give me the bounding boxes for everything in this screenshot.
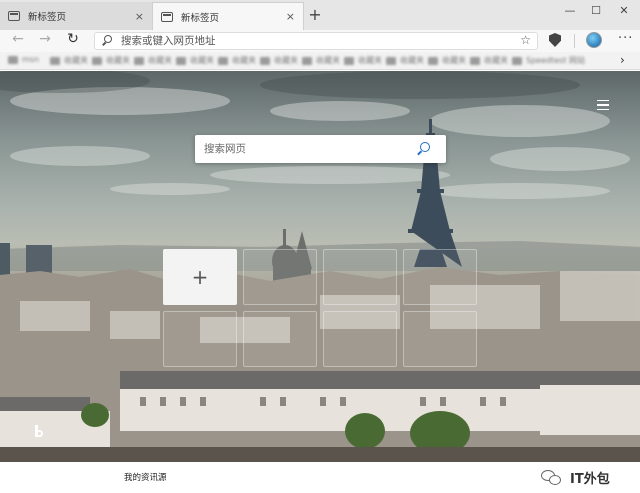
favorite-item[interactable]: 收藏夹 [344, 55, 382, 66]
folder-icon [8, 55, 18, 64]
tab-label: 新标签页 [181, 12, 220, 24]
tab-new-tab-2[interactable]: 新标签页 × [152, 2, 304, 30]
empty-site-tile [243, 249, 317, 305]
watermark-text: IT外包 [570, 472, 610, 487]
new-tab-button[interactable]: + [306, 5, 324, 24]
folder-icon [50, 56, 60, 65]
favorite-item[interactable]: 收藏夹 [176, 55, 214, 66]
empty-site-tile [163, 311, 237, 367]
empty-site-tile [243, 311, 317, 367]
address-input[interactable] [121, 35, 511, 47]
folder-icon [134, 56, 144, 65]
favorite-item[interactable]: 收藏夹 [260, 55, 298, 66]
search-icon [101, 35, 113, 47]
tab-page-icon [8, 11, 20, 21]
favorites-overflow-button[interactable]: › [620, 53, 625, 67]
favorite-item[interactable]: 收藏夹 [218, 55, 256, 66]
tab-new-tab-1[interactable]: 新标签页 × [0, 2, 152, 30]
new-tab-page: + [0, 71, 640, 462]
back-button[interactable]: ← [9, 31, 27, 47]
menu-icon[interactable] [597, 100, 609, 110]
tab-close-icon[interactable]: × [135, 10, 144, 23]
web-search-input[interactable] [204, 143, 404, 155]
add-site-tile[interactable]: + [163, 249, 237, 305]
search-icon[interactable] [417, 142, 431, 156]
tab-strip: 新标签页 × 新标签页 × + — ☐ ✕ [0, 0, 640, 30]
plus-icon: + [191, 265, 209, 289]
favorites-bar: msn 收藏夹 收藏夹 收藏夹 收藏夹 收藏夹 收藏夹 收藏夹 收藏夹 收藏夹 … [0, 52, 640, 70]
more-button[interactable]: ··· [618, 31, 633, 46]
minimize-button[interactable]: — [560, 4, 580, 17]
my-feed-link[interactable]: 我的资讯源 [124, 471, 167, 483]
favorite-item[interactable]: 收藏夹 [302, 55, 340, 66]
web-search-box[interactable] [195, 135, 446, 163]
shield-icon[interactable] [549, 33, 561, 47]
folder-icon [92, 56, 102, 65]
folder-icon [470, 56, 480, 65]
folder-icon [302, 56, 312, 65]
favorite-item[interactable]: msn [8, 55, 39, 64]
favorite-item[interactable]: 收藏夹 [428, 55, 466, 66]
page-icon [512, 56, 522, 65]
feed-bar: 我的资讯源 IT外包 [0, 462, 640, 493]
folder-icon [428, 56, 438, 65]
folder-icon [386, 56, 396, 65]
favorite-item[interactable]: 收藏夹 [470, 55, 508, 66]
folder-icon [176, 56, 186, 65]
empty-site-tile [403, 311, 477, 367]
maximize-button[interactable]: ☐ [586, 4, 606, 17]
navigation-toolbar: ← → ↻ ☆ ··· [0, 30, 640, 52]
folder-icon [260, 56, 270, 65]
favorite-item[interactable]: 收藏夹 [92, 55, 130, 66]
empty-site-tile [323, 249, 397, 305]
favorite-item[interactable]: 收藏夹 [50, 55, 88, 66]
folder-icon [344, 56, 354, 65]
close-window-button[interactable]: ✕ [614, 4, 634, 17]
paris-skyline [0, 119, 640, 462]
folder-icon [218, 56, 228, 65]
bing-logo[interactable] [34, 425, 44, 439]
refresh-button[interactable]: ↻ [64, 31, 82, 47]
address-bar[interactable]: ☆ [94, 32, 538, 50]
toolbar-divider [574, 34, 575, 48]
favorite-item[interactable]: 收藏夹 [386, 55, 424, 66]
tab-label: 新标签页 [28, 12, 67, 23]
wechat-icon [541, 470, 563, 486]
forward-button[interactable]: → [36, 31, 54, 47]
favorite-item[interactable]: 收藏夹 [134, 55, 172, 66]
tab-close-icon[interactable]: × [286, 10, 295, 23]
profile-avatar[interactable] [586, 32, 602, 48]
empty-site-tile [323, 311, 397, 367]
tab-page-icon [161, 11, 173, 22]
empty-site-tile [403, 249, 477, 305]
favorite-item[interactable]: Speedtest 网站 [512, 55, 585, 66]
star-icon[interactable]: ☆ [520, 33, 531, 47]
